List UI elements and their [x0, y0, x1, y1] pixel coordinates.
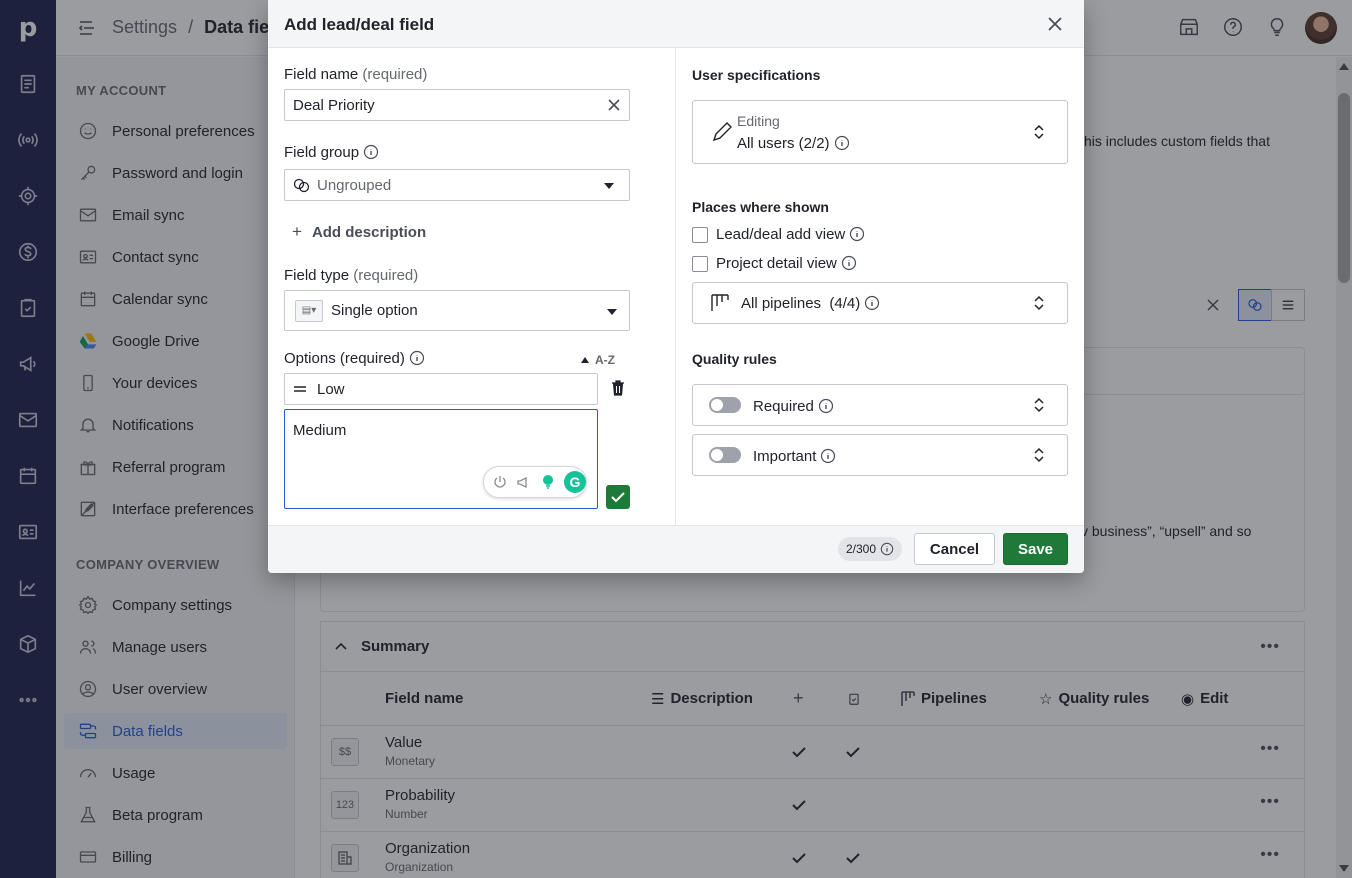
field-group-label: Field group: [284, 144, 379, 161]
editing-value: All users (2/2): [737, 135, 850, 152]
editing-permissions-select[interactable]: Editing All users (2/2): [692, 100, 1068, 164]
add-view-label: Lead/deal add view: [716, 226, 865, 243]
field-name-label: Field name (required): [284, 66, 428, 83]
trash-icon[interactable]: [611, 380, 625, 396]
dialog-title: Add lead/deal field: [284, 15, 435, 34]
plus-icon: +: [292, 222, 302, 241]
chevron-updown-icon: [1034, 124, 1044, 140]
chevron-down-icon: [604, 183, 614, 189]
chevron-updown-icon: [1034, 397, 1044, 413]
save-button[interactable]: Save: [1003, 533, 1068, 565]
field-name-input[interactable]: Deal Priority: [284, 89, 630, 121]
field-type-value: Single option: [331, 302, 418, 319]
power-icon[interactable]: [492, 474, 508, 490]
required-toggle[interactable]: [709, 397, 741, 413]
info-icon[interactable]: [363, 144, 379, 160]
editing-label: Editing: [737, 113, 780, 129]
field-type-select[interactable]: ▤▾ Single option: [284, 290, 630, 331]
pipelines-select[interactable]: All pipelines (4/4): [692, 282, 1068, 324]
confirm-option-button[interactable]: [606, 485, 630, 509]
grammarly-widget[interactable]: G: [483, 466, 587, 498]
field-limit-counter: 2/300: [838, 537, 903, 561]
important-rule-select[interactable]: Important: [692, 434, 1068, 476]
important-toggle[interactable]: [709, 447, 741, 463]
group-icon: [293, 178, 310, 193]
grammarly-icon[interactable]: G: [564, 471, 586, 493]
clear-icon[interactable]: [607, 98, 621, 112]
pipelines-icon: [711, 294, 729, 311]
add-description-button[interactable]: + Add description: [292, 222, 426, 242]
field-type-label: Field type (required): [284, 267, 419, 284]
field-group-select[interactable]: Ungrouped: [284, 169, 630, 201]
user-specifications-title: User specifications: [692, 67, 821, 83]
info-icon[interactable]: [820, 448, 836, 464]
detail-view-checkbox[interactable]: [692, 256, 708, 272]
info-icon[interactable]: [841, 255, 857, 271]
add-field-dialog: Add lead/deal field Field name (required…: [268, 0, 1084, 573]
dialog-header: Add lead/deal field: [268, 0, 1084, 48]
detail-view-label: Project detail view: [716, 255, 857, 272]
required-rule-label: Required: [753, 398, 834, 415]
add-view-checkbox[interactable]: [692, 227, 708, 243]
info-icon[interactable]: [880, 542, 894, 556]
lightbulb-icon[interactable]: [540, 474, 556, 490]
pencil-icon: [712, 122, 732, 142]
chevron-down-icon: [607, 309, 617, 315]
single-option-icon: ▤▾: [295, 299, 323, 322]
required-rule-select[interactable]: Required: [692, 384, 1068, 426]
cancel-button[interactable]: Cancel: [914, 533, 995, 565]
sort-ascending-icon: [581, 357, 589, 363]
sort-az-button[interactable]: A-Z: [581, 353, 615, 367]
info-icon[interactable]: [864, 295, 880, 311]
pipelines-value: All pipelines (4/4): [741, 295, 880, 312]
check-icon: [611, 492, 625, 503]
option-value: Low: [317, 380, 345, 398]
info-icon[interactable]: [818, 398, 834, 414]
column-divider: [675, 48, 676, 525]
close-icon[interactable]: [1046, 15, 1064, 33]
megaphone-icon[interactable]: [516, 474, 532, 490]
new-option-textarea[interactable]: Medium G: [284, 409, 598, 509]
quality-rules-title: Quality rules: [692, 351, 777, 367]
field-name-value: Deal Priority: [293, 96, 375, 114]
important-rule-label: Important: [753, 448, 836, 465]
info-icon[interactable]: [849, 226, 865, 242]
field-group-value: Ungrouped: [317, 176, 392, 194]
new-option-value: Medium: [293, 422, 347, 439]
chevron-updown-icon: [1034, 295, 1044, 311]
chevron-updown-icon: [1034, 447, 1044, 463]
drag-handle-icon[interactable]: [293, 384, 307, 394]
places-shown-title: Places where shown: [692, 199, 829, 215]
info-icon[interactable]: [409, 350, 425, 366]
info-icon[interactable]: [834, 135, 850, 151]
option-input[interactable]: Low: [284, 373, 598, 405]
options-label: Options (required): [284, 350, 425, 367]
